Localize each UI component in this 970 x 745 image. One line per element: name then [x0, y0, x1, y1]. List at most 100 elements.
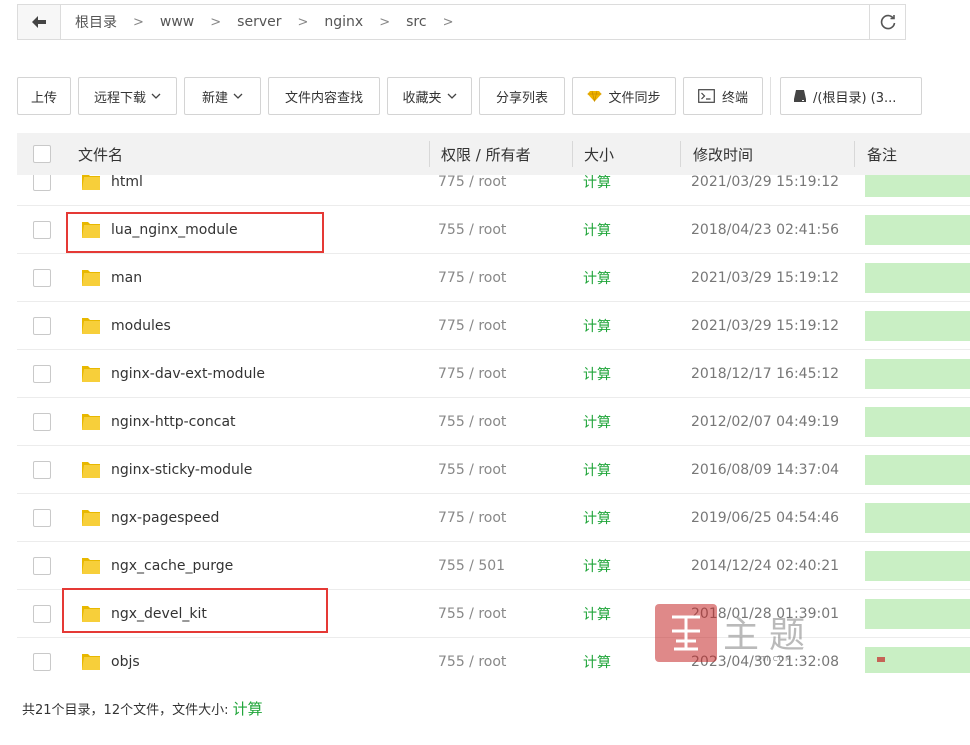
permission-owner[interactable]: 775 / root — [438, 350, 506, 398]
note-field[interactable] — [865, 215, 970, 245]
refresh-button[interactable] — [869, 5, 905, 39]
header-permission-owner[interactable]: 权限 / 所有者 — [441, 133, 531, 175]
row-checkbox[interactable] — [33, 605, 51, 623]
row-checkbox[interactable] — [33, 365, 51, 383]
file-name[interactable]: ngx_cache_purge — [111, 542, 233, 590]
row-checkbox[interactable] — [33, 509, 51, 527]
file-name[interactable]: html — [111, 175, 143, 206]
table-row[interactable]: ngx-pagespeed 775 / root 计算 2019/06/25 04:5… — [17, 494, 970, 542]
size-calc-link[interactable]: 计算 — [583, 302, 611, 350]
remote-download-button[interactable]: 远程下载 — [78, 77, 177, 115]
share-list-button[interactable]: 分享列表 — [479, 77, 565, 115]
file-name[interactable]: ngx-pagespeed — [111, 494, 219, 542]
breadcrumb-root[interactable]: 根目录 — [71, 12, 121, 32]
table-row[interactable]: nginx-sticky-module 755 / root 计算 2016/08/0… — [17, 446, 970, 494]
upload-button[interactable]: 上传 — [17, 77, 71, 115]
permission-owner[interactable]: 755 / root — [438, 590, 506, 638]
note-field[interactable] — [865, 175, 970, 197]
row-checkbox[interactable] — [33, 175, 51, 191]
footer-calc-link[interactable]: 计算 — [233, 700, 263, 718]
new-button[interactable]: 新建 — [184, 77, 261, 115]
file-name[interactable]: objs — [111, 638, 140, 673]
file-name[interactable]: nginx-http-concat — [111, 398, 236, 446]
note-field[interactable] — [865, 503, 970, 533]
size-calc-link[interactable]: 计算 — [583, 254, 611, 302]
breadcrumb-separator: > — [133, 14, 144, 30]
note-field[interactable] — [865, 263, 970, 293]
share-list-label: 分享列表 — [495, 90, 548, 106]
file-name[interactable]: nginx-sticky-module — [111, 446, 252, 494]
permission-owner[interactable]: 755 / root — [438, 638, 506, 673]
size-calc-link[interactable]: 计算 — [583, 206, 611, 254]
permission-owner[interactable]: 755 / 501 — [438, 542, 505, 590]
header-note[interactable]: 备注 — [867, 133, 897, 175]
file-name[interactable]: ngx_devel_kit — [111, 590, 207, 638]
row-checkbox[interactable] — [33, 653, 51, 671]
file-name[interactable]: modules — [111, 302, 171, 350]
size-calc-link[interactable]: 计算 — [583, 494, 611, 542]
note-field[interactable] — [865, 647, 970, 673]
note-field[interactable] — [865, 455, 970, 485]
breadcrumb-server[interactable]: server — [233, 14, 285, 30]
header-modified-time[interactable]: 修改时间 — [693, 133, 753, 175]
row-checkbox[interactable] — [33, 269, 51, 287]
table-row[interactable]: nginx-http-concat 755 / root 计算 2012/02/07 … — [17, 398, 970, 446]
disk-button[interactable]: /(根目录) (3... — [780, 77, 922, 115]
header-name[interactable]: 文件名 — [78, 133, 123, 175]
table-row[interactable]: nginx-dav-ext-module 775 / root 计算 2018/12/… — [17, 350, 970, 398]
breadcrumb-nginx[interactable]: nginx — [320, 14, 367, 30]
size-calc-link[interactable]: 计算 — [583, 350, 611, 398]
note-field[interactable] — [865, 599, 970, 629]
chevron-down-icon — [233, 93, 243, 99]
file-sync-button[interactable]: 文件同步 — [572, 77, 676, 115]
permission-owner[interactable]: 755 / root — [438, 446, 506, 494]
content-search-button[interactable]: 文件内容查找 — [268, 77, 380, 115]
note-field[interactable] — [865, 407, 970, 437]
size-calc-link[interactable]: 计算 — [583, 638, 611, 673]
select-all-checkbox[interactable] — [33, 145, 51, 163]
table-row[interactable]: html 775 / root 计算 2021/03/29 15:19:12 — [17, 175, 970, 206]
size-calc-link[interactable]: 计算 — [583, 446, 611, 494]
row-checkbox[interactable] — [33, 461, 51, 479]
row-checkbox[interactable] — [33, 557, 51, 575]
table-row[interactable]: man 775 / root 计算 2021/03/29 15:19:12 — [17, 254, 970, 302]
file-name[interactable]: nginx-dav-ext-module — [111, 350, 265, 398]
permission-owner[interactable]: 755 / root — [438, 398, 506, 446]
refresh-icon — [880, 14, 895, 30]
note-field[interactable] — [865, 311, 970, 341]
header-size[interactable]: 大小 — [584, 133, 614, 175]
file-name[interactable]: lua_nginx_module — [111, 206, 238, 254]
modified-time: 2016/08/09 14:37:04 — [691, 462, 840, 478]
permission-owner[interactable]: 775 / root — [438, 302, 506, 350]
row-checkbox[interactable] — [33, 317, 51, 335]
back-button[interactable] — [18, 5, 61, 39]
upload-label: 上传 — [30, 90, 57, 106]
table-row[interactable]: ngx_devel_kit 755 / root 计算 2018/01/28 01:3… — [17, 590, 970, 638]
table-row[interactable]: ngx_cache_purge 755 / 501 计算 2014/12/24 02:… — [17, 542, 970, 590]
breadcrumb-www[interactable]: www — [156, 14, 198, 30]
size-calc-link[interactable]: 计算 — [583, 542, 611, 590]
modified-time: 2021/03/29 15:19:12 — [691, 270, 840, 286]
size-calc-link[interactable]: 计算 — [583, 398, 611, 446]
table-row[interactable]: modules 775 / root 计算 2021/03/29 15:19:12 — [17, 302, 970, 350]
table-row[interactable]: lua_nginx_module 755 / root 计算 2018/04/23 0… — [17, 206, 970, 254]
permission-owner[interactable]: 775 / root — [438, 494, 506, 542]
size-calc-link[interactable]: 计算 — [583, 590, 611, 638]
folder-icon — [82, 510, 100, 526]
breadcrumb: 根目录 > www > server > nginx > src > — [61, 12, 869, 32]
note-field[interactable] — [865, 551, 970, 581]
note-field[interactable] — [865, 359, 970, 389]
permission-owner[interactable]: 755 / root — [438, 206, 506, 254]
breadcrumb-src[interactable]: src — [402, 14, 430, 30]
table-row[interactable]: objs 755 / root 计算 2023/04/30 21:32:08 — [17, 638, 970, 673]
breadcrumb-separator: > — [379, 14, 391, 30]
toolbar-divider — [770, 77, 771, 115]
terminal-button[interactable]: 终端 — [683, 77, 763, 115]
favorites-button[interactable]: 收藏夹 — [387, 77, 472, 115]
file-name[interactable]: man — [111, 254, 142, 302]
permission-owner[interactable]: 775 / root — [438, 254, 506, 302]
row-checkbox[interactable] — [33, 221, 51, 239]
row-checkbox[interactable] — [33, 413, 51, 431]
size-calc-link[interactable]: 计算 — [583, 175, 611, 206]
permission-owner[interactable]: 775 / root — [438, 175, 506, 206]
